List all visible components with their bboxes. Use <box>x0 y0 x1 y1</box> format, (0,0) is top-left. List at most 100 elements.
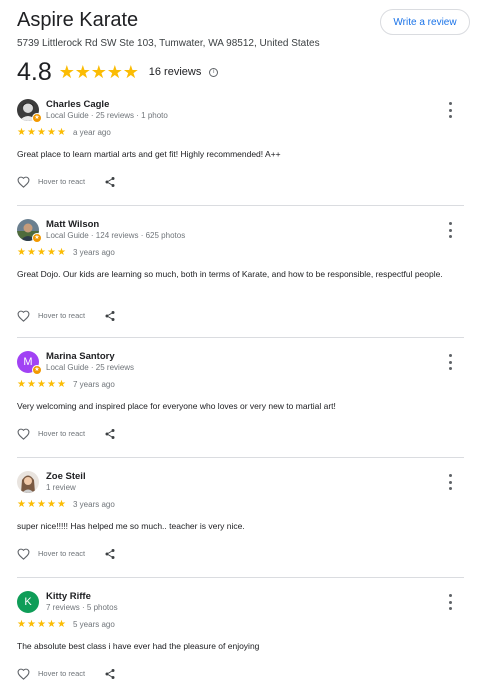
reviewer-meta: Local Guide · 124 reviews · 625 photos <box>46 231 186 240</box>
star-icon: ★ <box>57 247 66 258</box>
reviewer-name[interactable]: Matt Wilson <box>46 219 99 230</box>
local-guide-badge-icon: ★ <box>32 233 42 243</box>
star-icon: ★ <box>27 499 36 510</box>
place-name: Aspire Karate <box>17 9 139 31</box>
share-icon[interactable] <box>104 309 116 321</box>
star-icon: ★ <box>37 247 46 258</box>
share-icon[interactable] <box>104 175 116 187</box>
star-icon: ★ <box>57 379 66 390</box>
local-guide-badge-icon: ★ <box>32 113 42 123</box>
share-icon[interactable] <box>104 667 116 679</box>
info-icon[interactable]: i <box>209 67 219 77</box>
star-icon: ★ <box>47 499 56 510</box>
review-time: a year ago <box>73 128 111 137</box>
reviewer-name[interactable]: Kitty Riffe <box>46 591 91 602</box>
star-icon: ★ <box>57 127 66 138</box>
star-icon: ★ <box>37 379 46 390</box>
star-icon: ★ <box>37 499 46 510</box>
avatar-photo <box>17 471 39 493</box>
review-actions: Hover to react <box>17 427 116 440</box>
local-guide-badge-icon: ★ <box>32 365 42 375</box>
rating-value: 4.8 <box>17 58 52 86</box>
review-stars: ★ ★ ★ ★ ★ <box>17 500 67 510</box>
star-icon: ★ <box>17 247 26 258</box>
avatar[interactable]: M ★ <box>17 351 42 375</box>
react-label[interactable]: Hover to react <box>38 177 85 186</box>
review-actions: Hover to react <box>17 309 116 322</box>
review-text: The absolute best class i have ever had … <box>17 641 260 651</box>
react-label[interactable]: Hover to react <box>38 549 85 558</box>
star-icon: ★ <box>37 127 46 138</box>
review-stars: ★ ★ ★ ★ ★ <box>17 128 67 138</box>
star-icon: ★ <box>27 247 36 258</box>
star-icon: ★ <box>47 379 56 390</box>
react-label[interactable]: Hover to react <box>38 669 85 678</box>
review-actions: Hover to react <box>17 175 116 188</box>
more-options-icon[interactable] <box>444 354 456 370</box>
reviewer-name[interactable]: Zoe Steil <box>46 471 86 482</box>
react-label[interactable]: Hover to react <box>38 311 85 320</box>
review-actions: Hover to react <box>17 667 116 680</box>
review-count[interactable]: 16 reviews <box>149 66 202 78</box>
divider <box>17 457 464 458</box>
more-options-icon[interactable] <box>444 102 456 118</box>
review-card: ★ Charles Cagle Local Guide · 25 reviews ·… <box>17 99 464 199</box>
avatar-letter: K <box>17 591 39 613</box>
avatar[interactable]: ★ <box>17 219 42 243</box>
review-time: 3 years ago <box>73 248 115 257</box>
star-icon: ★ <box>106 62 123 82</box>
place-address: 5739 Littlerock Rd SW Ste 103, Tumwater,… <box>17 38 320 49</box>
avatar[interactable] <box>17 471 39 493</box>
divider <box>17 577 464 578</box>
review-text: Very welcoming and inspired place for ev… <box>17 401 336 411</box>
star-icon: ★ <box>37 619 46 630</box>
write-review-button[interactable]: Write a review <box>380 9 470 35</box>
review-stars: ★ ★ ★ ★ ★ <box>17 380 67 390</box>
share-icon[interactable] <box>104 547 116 559</box>
review-text: super nice!!!!! Has helped me so much.. … <box>17 521 245 531</box>
reviewer-name[interactable]: Charles Cagle <box>46 99 109 110</box>
star-icon: ★ <box>58 62 75 82</box>
reviewer-name[interactable]: Marina Santory <box>46 351 115 362</box>
reviewer-meta: Local Guide · 25 reviews <box>46 363 135 372</box>
star-icon: ★ <box>90 62 107 82</box>
more-options-icon[interactable] <box>444 594 456 610</box>
review-card: Zoe Steil 1 review ★ ★ ★ ★ ★ 3 years ago super n… <box>17 471 464 571</box>
more-options-icon[interactable] <box>444 474 456 490</box>
star-icon: ★ <box>122 62 139 82</box>
review-card: K Kitty Riffe 7 reviews · 5 photos ★ ★ ★ ★ ★ 5 y… <box>17 591 464 691</box>
star-icon: ★ <box>17 127 26 138</box>
heart-icon[interactable] <box>17 175 30 188</box>
star-icon: ★ <box>17 619 26 630</box>
review-stars: ★ ★ ★ ★ ★ <box>17 620 67 630</box>
rating-summary: 4.8 ★ ★ ★ ★ ★ 16 reviews i <box>17 58 219 86</box>
avatar[interactable]: K <box>17 591 39 613</box>
star-icon: ★ <box>27 379 36 390</box>
reviewer-meta: Local Guide · 25 reviews · 1 photo <box>46 111 168 120</box>
share-icon[interactable] <box>104 427 116 439</box>
heart-icon[interactable] <box>17 427 30 440</box>
avatar[interactable]: ★ <box>17 99 42 123</box>
more-options-icon[interactable] <box>444 222 456 238</box>
star-icon: ★ <box>57 499 66 510</box>
heart-icon[interactable] <box>17 667 30 680</box>
review-time: 7 years ago <box>73 380 115 389</box>
heart-icon[interactable] <box>17 309 30 322</box>
review-card: ★ Matt Wilson Local Guide · 124 reviews · … <box>17 219 464 322</box>
rating-stars: ★ ★ ★ ★ ★ <box>59 63 139 81</box>
review-stars: ★ ★ ★ ★ ★ <box>17 248 67 258</box>
star-icon: ★ <box>57 619 66 630</box>
review-text: Great place to learn martial arts and ge… <box>17 149 281 159</box>
heart-icon[interactable] <box>17 547 30 560</box>
divider <box>17 205 464 206</box>
review-time: 5 years ago <box>73 620 115 629</box>
star-icon: ★ <box>17 379 26 390</box>
review-text: Great Dojo. Our kids are learning so muc… <box>17 269 443 279</box>
divider <box>17 337 464 338</box>
reviewer-meta: 1 review <box>46 483 76 492</box>
review-time: 3 years ago <box>73 500 115 509</box>
star-icon: ★ <box>17 499 26 510</box>
star-icon: ★ <box>47 619 56 630</box>
react-label[interactable]: Hover to react <box>38 429 85 438</box>
review-card: M ★ Marina Santory Local Guide · 25 reviews… <box>17 351 464 451</box>
